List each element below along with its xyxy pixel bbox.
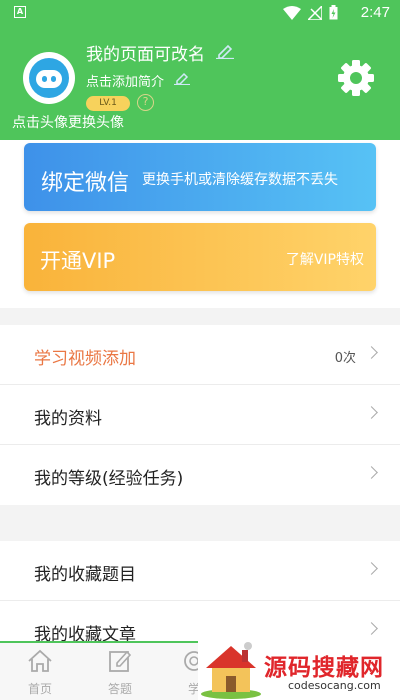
pencil-icon[interactable] bbox=[174, 71, 191, 85]
bind-wechat-title: 绑定微信 bbox=[41, 171, 130, 196]
edit-icon bbox=[109, 650, 132, 672]
menu-item-study-video[interactable]: 学习视频添加 0次 bbox=[0, 325, 400, 385]
menu-item-label: 我的资料 bbox=[34, 409, 102, 429]
menu-group-1: 学习视频添加 0次 我的资料 我的等级(经验任务) bbox=[0, 325, 400, 505]
menu-item-my-profile[interactable]: 我的资料 bbox=[0, 385, 400, 445]
promo-cards: 绑定微信 更换手机或清除缓存数据不丢失 开通VIP 了解VIP特权 bbox=[0, 140, 400, 308]
chevron-right-icon bbox=[365, 622, 378, 635]
settings-gear-icon[interactable] bbox=[336, 58, 376, 98]
wifi-icon bbox=[283, 5, 301, 20]
chevron-right-icon bbox=[365, 466, 378, 479]
nickname-text: 我的页面可改名 bbox=[86, 45, 205, 65]
bind-wechat-card[interactable]: 绑定微信 更换手机或清除缓存数据不丢失 bbox=[24, 143, 376, 211]
chevron-right-icon bbox=[365, 346, 378, 359]
chevron-right-icon bbox=[365, 562, 378, 575]
bind-wechat-subtitle: 更换手机或清除缓存数据不丢失 bbox=[142, 172, 338, 188]
battery-icon bbox=[329, 5, 338, 20]
watermark-title: 源码搜藏网 bbox=[264, 655, 384, 681]
help-icon[interactable]: ? bbox=[137, 94, 154, 111]
avatar[interactable] bbox=[23, 52, 75, 104]
avatar-robot-icon bbox=[29, 58, 69, 98]
intro[interactable]: 点击添加简介 bbox=[86, 71, 191, 90]
chevron-right-icon bbox=[365, 406, 378, 419]
open-vip-card[interactable]: 开通VIP 了解VIP特权 bbox=[24, 223, 376, 291]
status-icons bbox=[283, 5, 338, 20]
status-time: 2:47 bbox=[360, 4, 390, 21]
menu-item-favorite-questions[interactable]: 我的收藏题目 bbox=[0, 541, 400, 601]
tab-label: 答题 bbox=[107, 682, 132, 696]
pencil-icon[interactable] bbox=[216, 43, 235, 59]
intro-text: 点击添加简介 bbox=[86, 75, 165, 90]
menu-item-label: 我的等级(经验任务) bbox=[34, 469, 184, 489]
tab-label: 首页 bbox=[27, 682, 52, 696]
house-logo-icon bbox=[201, 642, 261, 699]
watermark: 源码搜藏网 codesocang.com bbox=[198, 638, 400, 700]
study-video-count: 0次 bbox=[334, 351, 356, 366]
level-badge[interactable]: LV.1 bbox=[86, 96, 130, 111]
menu-item-label: 我的收藏题目 bbox=[34, 565, 136, 585]
vip-privileges-link[interactable]: 了解VIP特权 bbox=[286, 249, 364, 269]
open-vip-title: 开通VIP bbox=[40, 249, 116, 273]
nickname[interactable]: 我的页面可改名 bbox=[86, 40, 235, 65]
menu-item-label: 学习视频添加 bbox=[34, 349, 136, 369]
menu-item-my-level[interactable]: 我的等级(经验任务) bbox=[0, 445, 400, 505]
profile-header: 我的页面可改名 点击添加简介 LV.1 ? 点击头像更换头像 bbox=[0, 26, 400, 140]
signal-icon bbox=[308, 5, 322, 20]
watermark-url: codesocang.com bbox=[288, 679, 381, 692]
status-bar: A 2:47 bbox=[0, 0, 400, 26]
home-icon bbox=[28, 649, 52, 672]
tab-answer[interactable]: 答题 bbox=[90, 649, 150, 697]
avatar-hint: 点击头像更换头像 bbox=[12, 115, 124, 131]
tab-home[interactable]: 首页 bbox=[10, 649, 70, 697]
app-notification-icon: A bbox=[14, 6, 26, 18]
